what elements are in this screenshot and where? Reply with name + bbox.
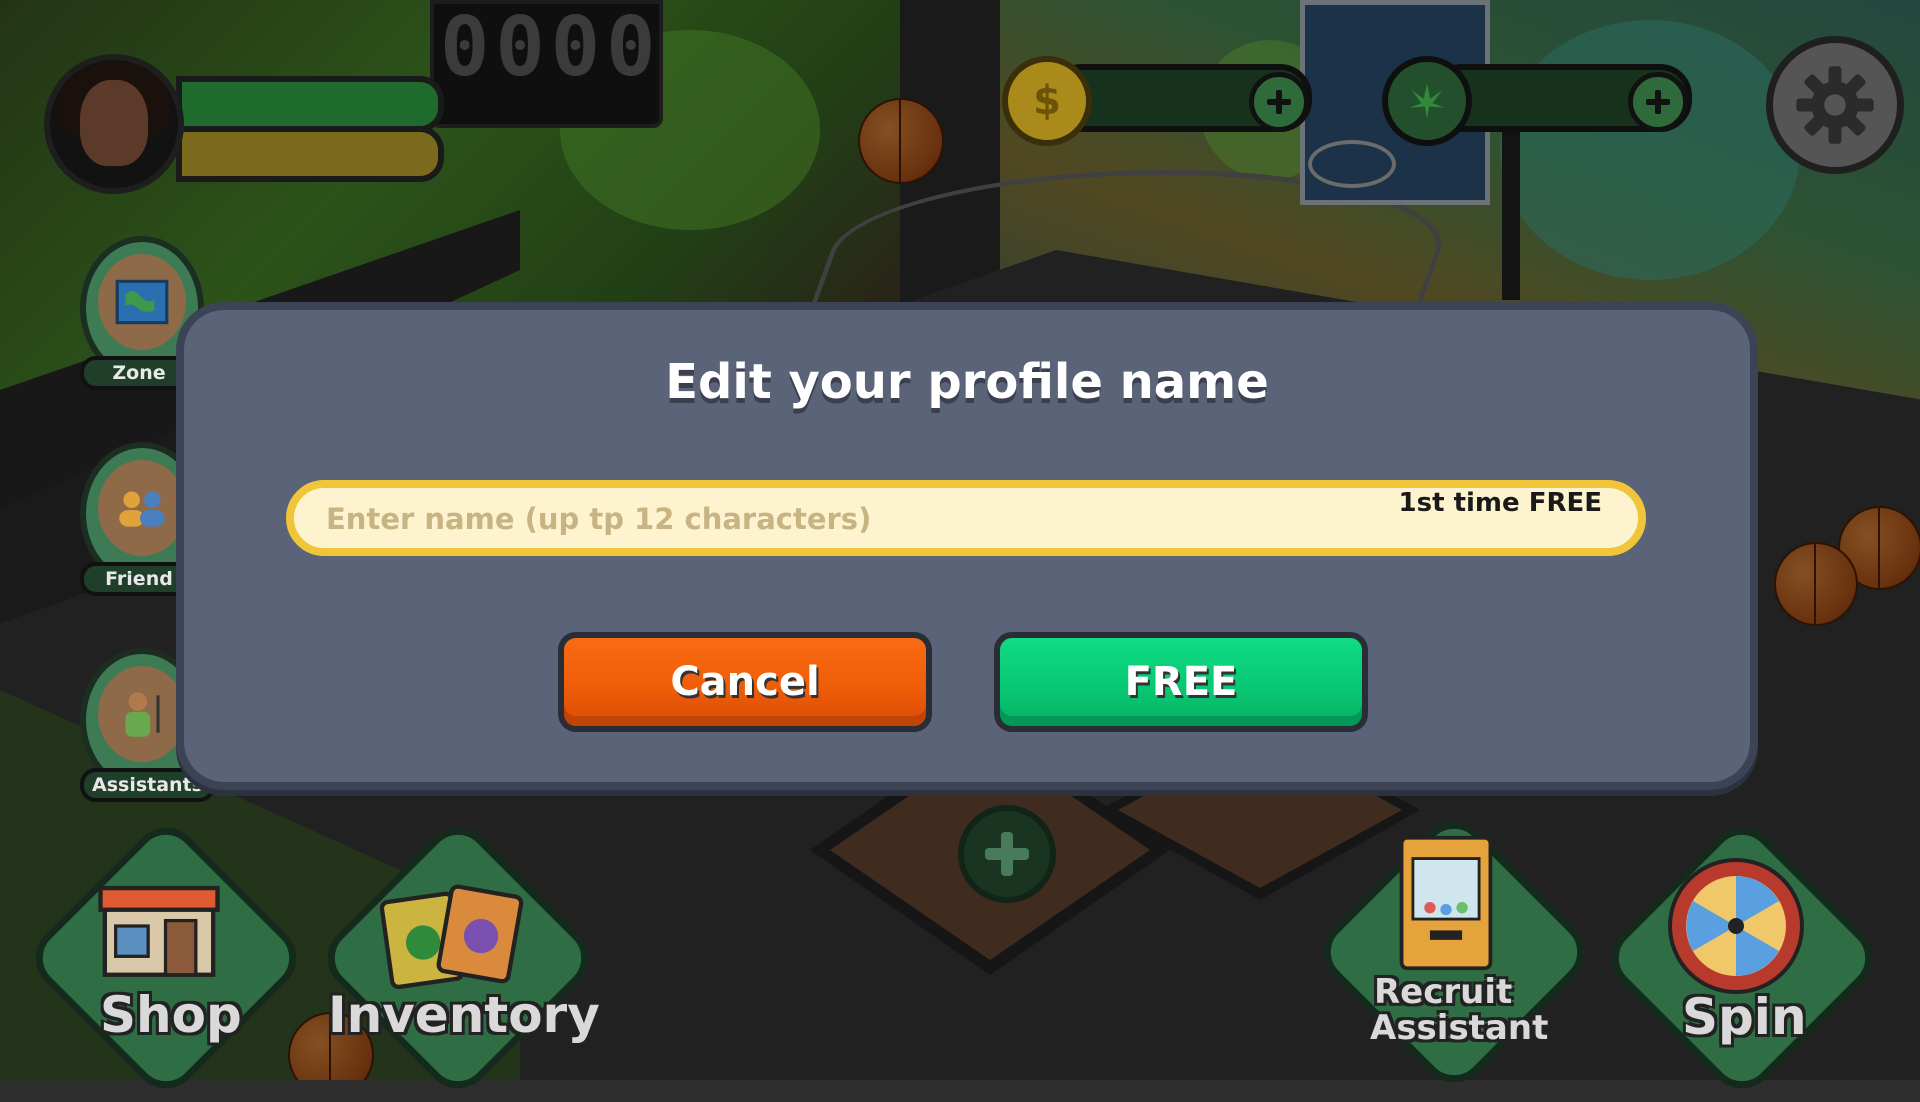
shop-icon xyxy=(98,885,220,977)
first-time-free-note: 1st time FREE xyxy=(1398,488,1602,518)
add-leaf-button[interactable] xyxy=(1628,72,1688,132)
profile-name-input[interactable] xyxy=(324,488,1328,550)
spin-label: Spin xyxy=(1682,988,1807,1046)
map-icon xyxy=(98,254,186,350)
assistant-icon xyxy=(98,666,186,762)
shop-label: Shop xyxy=(100,986,242,1044)
xp-bar xyxy=(176,126,444,182)
leaf-icon xyxy=(1382,56,1472,146)
plus-icon xyxy=(1646,90,1670,114)
gear-icon xyxy=(1796,66,1874,144)
friends-icon xyxy=(98,460,186,556)
edit-profile-name-dialog: Edit your profile name 1st time FREE Can… xyxy=(176,302,1758,790)
seed-packs-icon xyxy=(379,884,524,990)
recruit-label-line1: Recruit xyxy=(1374,972,1513,1012)
settings-button[interactable] xyxy=(1766,36,1904,174)
dollar-coin-icon: $ xyxy=(1002,56,1092,146)
prize-wheel-icon xyxy=(1668,858,1804,994)
dialog-title: Edit your profile name xyxy=(665,354,1269,410)
name-field[interactable]: 1st time FREE xyxy=(286,480,1646,556)
cancel-button[interactable]: Cancel xyxy=(558,632,932,732)
add-cash-button[interactable] xyxy=(1249,72,1309,132)
recruit-label-line2: Assistant xyxy=(1370,1008,1549,1048)
plus-icon xyxy=(1267,90,1291,114)
avatar-face xyxy=(80,80,148,166)
health-bar xyxy=(176,76,444,132)
free-confirm-button[interactable]: FREE xyxy=(994,632,1368,732)
avatar[interactable] xyxy=(44,54,184,194)
claw-machine-icon xyxy=(1399,835,1493,971)
inventory-label: Inventory xyxy=(328,986,600,1044)
